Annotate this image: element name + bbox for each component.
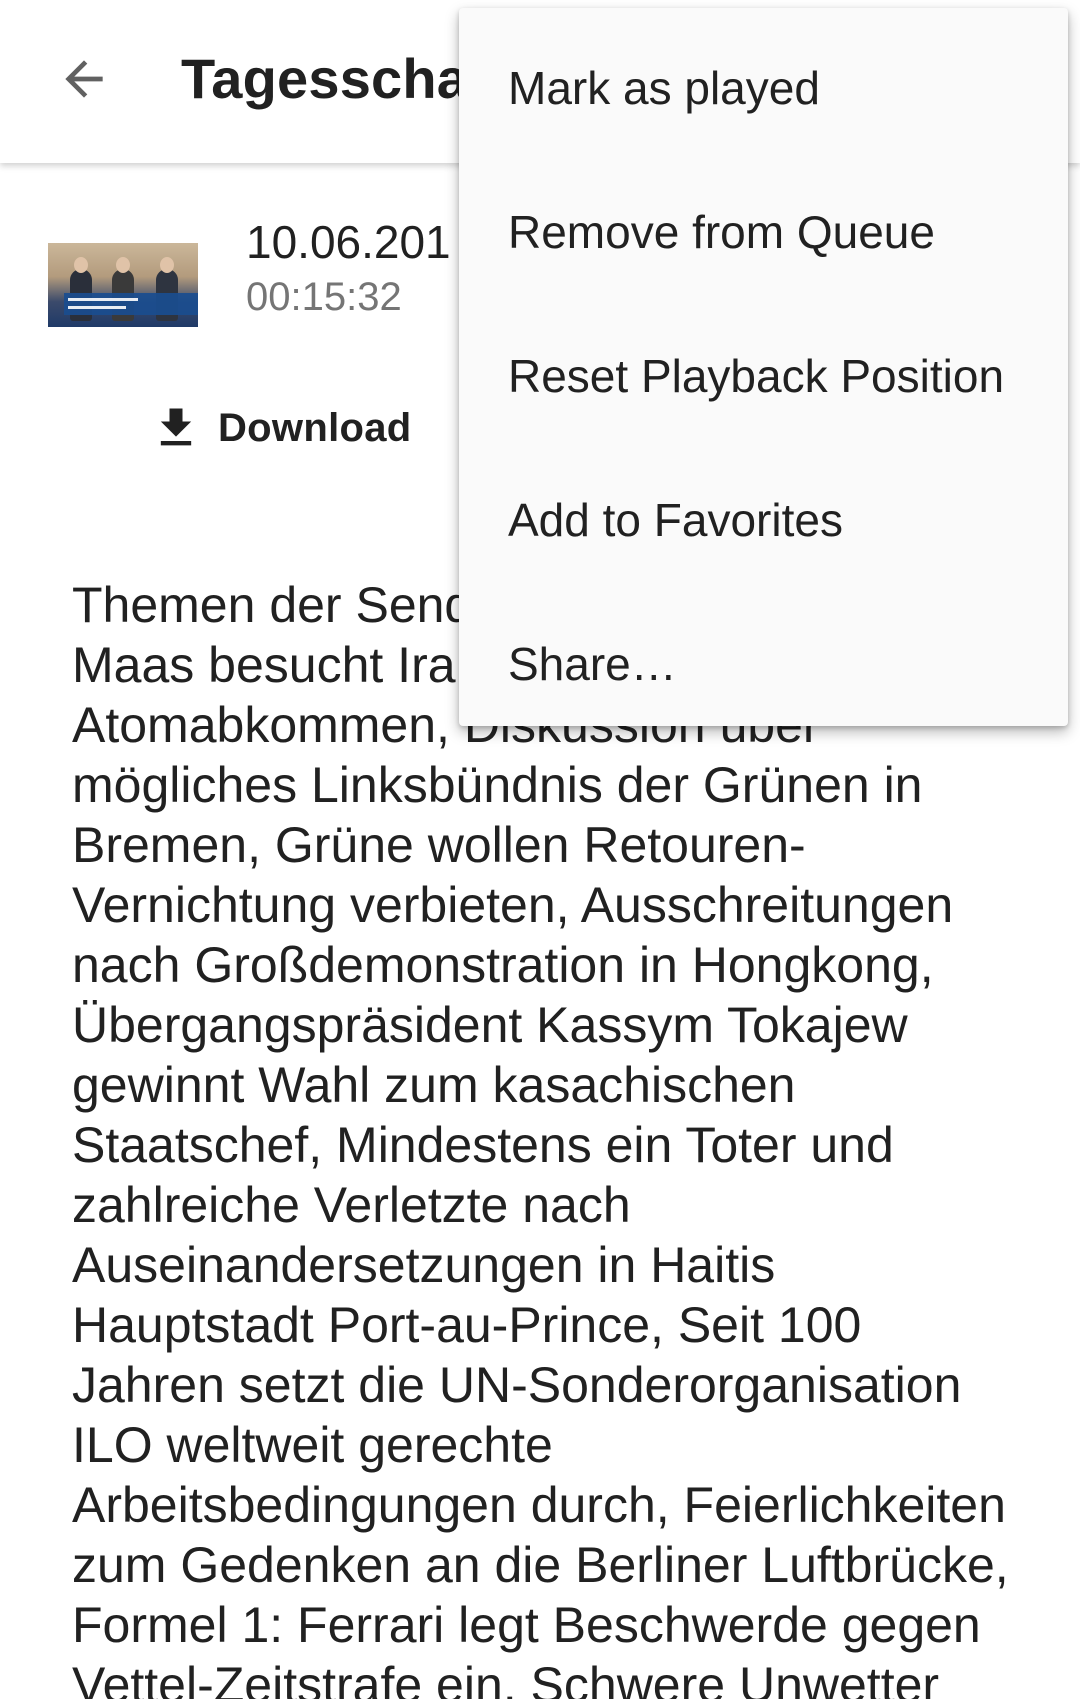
thumbnail-banner (64, 293, 198, 315)
episode-duration: 00:15:32 (246, 275, 402, 319)
menu-item-remove-from-queue[interactable]: Remove from Queue (459, 160, 1068, 304)
thumbnail-figure-head (160, 257, 174, 273)
back-button[interactable] (46, 36, 122, 122)
episode-thumbnail[interactable] (48, 243, 198, 327)
toolbar-title: Tagesscha (181, 47, 469, 110)
menu-item-add-to-favorites[interactable]: Add to Favorites (459, 448, 1068, 592)
download-button[interactable]: Download (150, 393, 412, 463)
thumbnail-banner-text (68, 298, 138, 301)
arrow-back-icon (65, 60, 103, 98)
menu-item-label: Reset Playback Position (508, 350, 1005, 402)
menu-item-mark-as-played[interactable]: Mark as played (459, 16, 1068, 160)
menu-item-reset-playback-position[interactable]: Reset Playback Position (459, 304, 1068, 448)
thumbnail-figure-head (116, 257, 130, 273)
download-icon (160, 408, 192, 446)
menu-item-share[interactable]: Share… (459, 592, 1068, 736)
thumbnail-figure-head (74, 257, 88, 273)
episode-screen: Tagesscha 10.06.201 00:15:32 Download Th… (0, 0, 1080, 1699)
episode-date: 10.06.201 (246, 216, 451, 268)
menu-item-label: Add to Favorites (508, 494, 843, 546)
episode-description: Themen der Send Maas besucht Ira Atomabk… (72, 577, 1009, 1699)
thumbnail-banner-text (68, 306, 126, 309)
overflow-menu: Mark as played Remove from Queue Reset P… (459, 8, 1068, 726)
menu-item-label: Mark as played (508, 62, 820, 114)
menu-item-label: Remove from Queue (508, 206, 935, 258)
download-label: Download (218, 405, 412, 450)
menu-item-label: Share… (508, 638, 677, 690)
